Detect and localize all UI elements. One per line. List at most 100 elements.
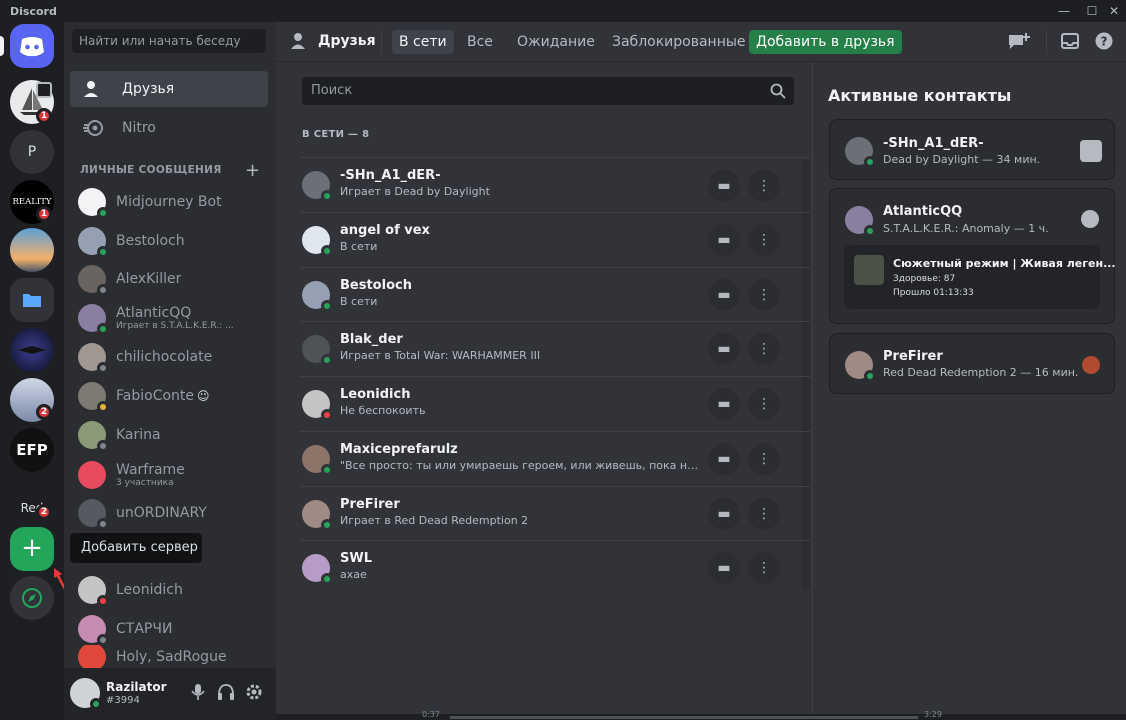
tab-pending[interactable]: Ожидание (510, 30, 602, 54)
game-icon (1080, 140, 1102, 162)
status-offline (97, 284, 109, 296)
more-options-button[interactable]: ⋮ (748, 170, 780, 202)
add-server-button[interactable]: + (10, 527, 54, 571)
microphone-icon[interactable] (190, 683, 206, 701)
activity-card[interactable]: -SHn_A1_dER- Dead by Daylight — 34 мин. (829, 119, 1115, 180)
dm-name: СТАРЧИ (116, 621, 173, 637)
friend-row[interactable]: -SHn_A1_dER- Играет в Dead by Daylight ▬ ⋮ (300, 157, 810, 211)
friend-row[interactable]: SWL axae ▬ ⋮ (300, 540, 810, 594)
message-button[interactable]: ▬ (708, 388, 740, 420)
message-button[interactable]: ▬ (708, 224, 740, 256)
more-options-button[interactable]: ⋮ (748, 279, 780, 311)
help-icon[interactable]: ? (1095, 32, 1113, 50)
more-options-button[interactable]: ⋮ (748, 224, 780, 256)
server-efp[interactable]: EFP (10, 428, 54, 472)
dm-item[interactable]: Midjourney Bot (70, 183, 268, 221)
title-bar: Discord — ☐ ✕ (0, 0, 1126, 22)
minimize-icon[interactable]: — (1054, 2, 1074, 20)
dm-item[interactable]: chilichocolate (70, 338, 268, 376)
message-button[interactable]: ▬ (708, 443, 740, 475)
discord-home-button[interactable] (10, 24, 54, 68)
inbox-icon[interactable] (1060, 32, 1080, 50)
status-online (321, 519, 333, 531)
status-online (864, 370, 876, 382)
message-button[interactable]: ▬ (708, 552, 740, 584)
tab-online[interactable]: В сети (392, 30, 454, 54)
friends-label: Друзья (122, 81, 175, 97)
avatar (302, 335, 333, 366)
create-dm-button[interactable]: + (245, 160, 260, 181)
message-button[interactable]: ▬ (708, 170, 740, 202)
server-p[interactable]: P (10, 130, 54, 174)
dm-item[interactable]: Karina (70, 416, 268, 454)
search-conversation-input[interactable]: Найти или начать беседу (72, 29, 266, 53)
status-dnd (97, 595, 109, 607)
friend-name: SWL (340, 551, 372, 566)
avatar (78, 188, 109, 219)
friend-row[interactable]: angel of vex В сети ▬ ⋮ (300, 212, 810, 266)
server-sunset[interactable] (10, 228, 54, 272)
settings-gear-icon[interactable] (245, 683, 263, 701)
more-options-button[interactable]: ⋮ (748, 333, 780, 365)
headphones-icon[interactable] (217, 683, 235, 701)
avatar (845, 206, 876, 237)
dm-name: Midjourney Bot (116, 194, 222, 210)
friend-row[interactable]: Bestoloch В сети ▬ ⋮ (300, 267, 810, 321)
sidebar-item-nitro[interactable]: Nitro (70, 110, 268, 146)
activity-card[interactable]: AtlanticQQ S.T.A.L.K.E.R.: Anomaly — 1 ч… (829, 188, 1116, 324)
friend-row[interactable]: Blak_der Играет в Total War: WARHAMMER II… (300, 321, 810, 375)
dm-item[interactable]: unORDINARY (70, 494, 268, 532)
more-options-button[interactable]: ⋮ (748, 552, 780, 584)
close-icon[interactable]: ✕ (1104, 2, 1124, 20)
sidebar-item-friends[interactable]: Друзья (70, 71, 268, 107)
friend-name: Leonidich (340, 387, 411, 402)
add-server-tooltip: Добавить сервер (70, 533, 202, 563)
dm-header: ЛИЧНЫЕ СООБЩЕНИЯ (80, 164, 222, 176)
avatar (302, 554, 333, 585)
tab-all[interactable]: Все (460, 30, 500, 54)
timeline-bar[interactable] (450, 716, 918, 719)
dm-item[interactable]: AlexKiller (70, 260, 268, 298)
dm-item[interactable]: AtlanticQQ Играет в S.T.A.L.K.E.R.: ... (70, 298, 268, 338)
maximize-icon[interactable]: ☐ (1082, 2, 1102, 20)
avatar (78, 265, 109, 296)
message-button[interactable]: ▬ (708, 279, 740, 311)
dm-name: AlexKiller (116, 271, 182, 287)
dm-item[interactable]: СТАРЧИ (70, 610, 268, 648)
activity-card[interactable]: PreFirer Red Dead Redemption 2 — 16 мин. (829, 333, 1115, 394)
avatar (302, 281, 333, 312)
server-badge: 2 (36, 504, 52, 520)
search-icon (770, 83, 786, 99)
friend-row[interactable]: Leonidich Не беспокоить ▬ ⋮ (300, 376, 810, 430)
more-options-button[interactable]: ⋮ (748, 443, 780, 475)
video-timeline: 0:37 3:29 (276, 710, 1126, 720)
friend-name: Bestoloch (340, 278, 412, 293)
tab-blocked[interactable]: Заблокированные (605, 30, 753, 54)
message-button[interactable]: ▬ (708, 498, 740, 530)
explore-servers-button[interactable] (10, 576, 54, 620)
dm-item[interactable]: Warframe 3 участника (70, 455, 268, 495)
more-options-button[interactable]: ⋮ (748, 388, 780, 420)
dm-name: AtlanticQQ (116, 305, 192, 321)
dm-item[interactable]: FabioConte ☺ (70, 377, 268, 415)
friend-row[interactable]: Maxiceprefarulz "Все просто: ты или умира… (300, 431, 810, 485)
friend-row[interactable]: PreFirer Играет в Red Dead Redemption 2 ▬ ⋮ (300, 486, 810, 540)
status-online (90, 698, 102, 710)
friends-search-input[interactable]: Поиск (302, 77, 794, 105)
server-dark-bird[interactable] (10, 328, 54, 372)
friend-name: PreFirer (340, 497, 400, 512)
dm-item[interactable]: Bestoloch (70, 222, 268, 260)
server-folder[interactable] (10, 278, 54, 322)
server-badge: 1 (36, 108, 52, 124)
dm-name: Holy, SadRogue (116, 649, 227, 665)
contact-activity: S.T.A.L.K.E.R.: Anomaly — 1 ч. (883, 222, 1049, 235)
new-group-dm-icon[interactable] (1007, 31, 1031, 53)
dm-item[interactable]: Holy, SadRogue (70, 645, 268, 669)
dm-item[interactable]: Leonidich (70, 571, 268, 609)
add-friend-button[interactable]: Добавить в друзья (749, 30, 902, 54)
friends-wave-icon (84, 81, 98, 97)
user-tag: #3994 (106, 695, 140, 706)
user-avatar[interactable] (70, 678, 102, 710)
more-options-button[interactable]: ⋮ (748, 498, 780, 530)
message-button[interactable]: ▬ (708, 333, 740, 365)
